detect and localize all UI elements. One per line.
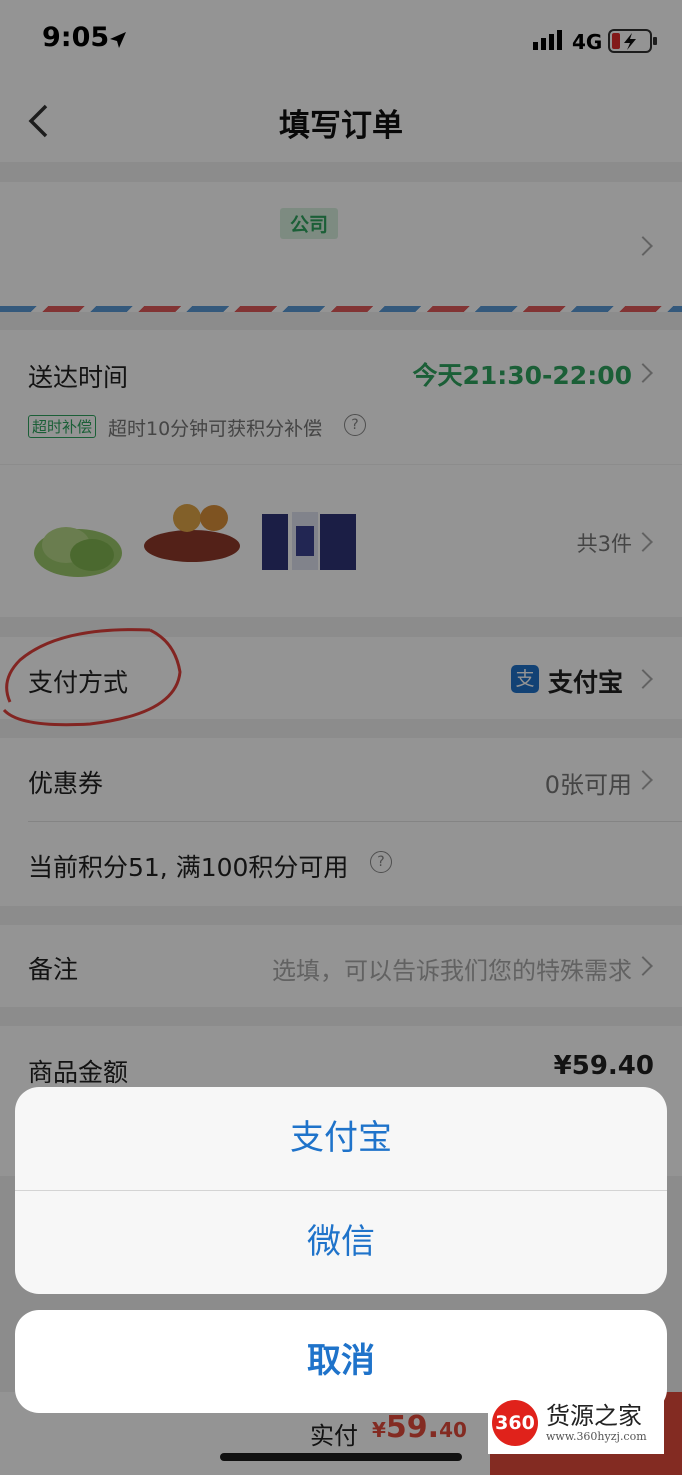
watermark-logo: 360 [492,1400,538,1446]
alipay-option[interactable]: 支付宝 [15,1087,667,1190]
wechat-option[interactable]: 微信 [15,1191,667,1294]
watermark-title: 货源之家 [546,1402,642,1430]
watermark: 360 货源之家 www.360hyzj.com [488,1392,664,1454]
watermark-url: www.360hyzj.com [546,1430,647,1443]
home-indicator [220,1453,462,1461]
payment-action-sheet: 支付宝 微信 [15,1087,667,1294]
